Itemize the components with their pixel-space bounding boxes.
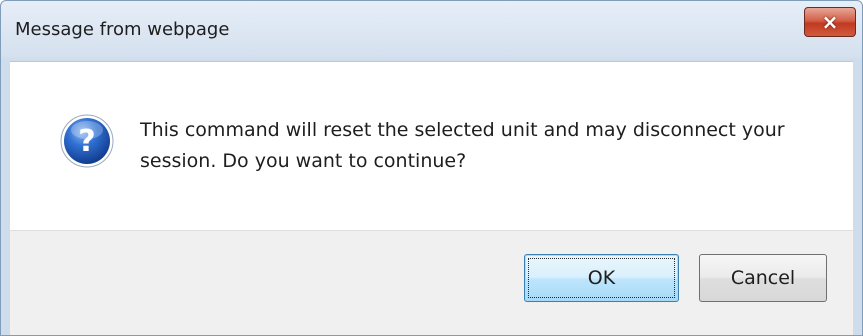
cancel-button[interactable]: Cancel	[699, 254, 827, 302]
dialog-window: Message from webpage × ? This command wi…	[0, 0, 863, 336]
cancel-button-label: Cancel	[730, 267, 796, 289]
message-area: ? This command will reset the selected u…	[10, 61, 853, 231]
close-icon: ×	[821, 10, 839, 34]
svg-text:?: ?	[78, 124, 95, 159]
question-icon: ?	[60, 114, 114, 168]
ok-button-label: OK	[587, 267, 616, 289]
ok-button[interactable]: OK	[524, 254, 679, 302]
dialog-message: This command will reset the selected uni…	[140, 119, 785, 172]
title-bar[interactable]: Message from webpage ×	[1, 1, 862, 61]
dialog-title: Message from webpage	[15, 19, 230, 40]
close-button[interactable]: ×	[804, 7, 856, 37]
button-bar: OK Cancel	[10, 230, 853, 335]
